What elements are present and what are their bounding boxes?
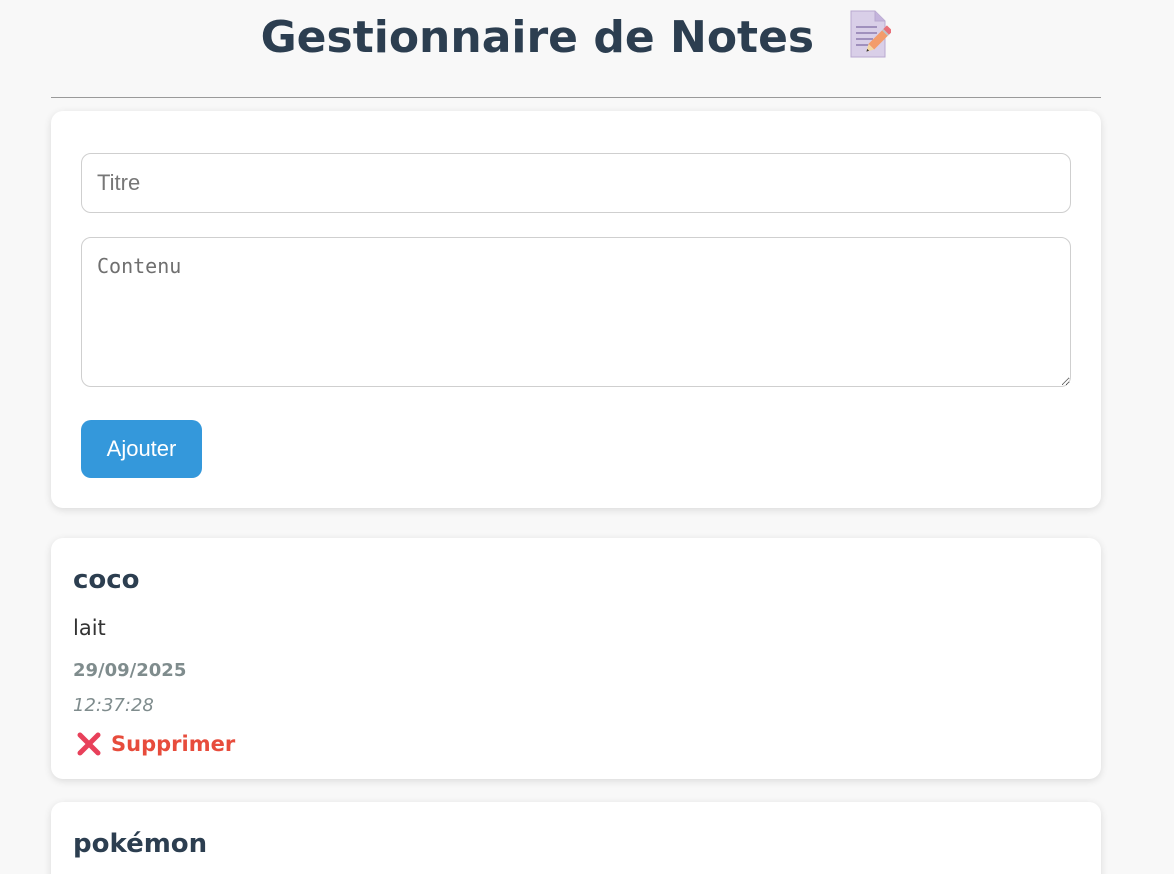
content-textarea[interactable] bbox=[81, 237, 1071, 387]
note-date: 29/09/2025 bbox=[73, 660, 187, 681]
delete-button[interactable]: Supprimer bbox=[73, 728, 237, 760]
cross-mark-icon bbox=[75, 730, 103, 758]
title-input[interactable] bbox=[81, 153, 1071, 213]
page-title: Gestionnaire de Notes bbox=[51, 10, 1101, 66]
delete-label: Supprimer bbox=[111, 732, 236, 756]
note-card: coco lait 29/09/2025 12:37:28 Supprimer bbox=[51, 538, 1101, 779]
note-content: lait bbox=[73, 616, 106, 640]
header: Gestionnaire de Notes bbox=[51, 0, 1101, 98]
page: Gestionnaire de Notes Titre Contenu Ajou… bbox=[0, 0, 1174, 874]
note-form: Ajouter bbox=[51, 111, 1101, 508]
note-title: pokémon bbox=[73, 829, 208, 859]
page-title-text: Gestionnaire de Notes bbox=[260, 12, 815, 63]
note-time: 12:37:28 bbox=[73, 695, 154, 716]
memo-icon bbox=[847, 9, 893, 59]
note-title: coco bbox=[73, 565, 140, 595]
note-card: pokémon bbox=[51, 802, 1101, 874]
add-button[interactable]: Ajouter bbox=[81, 420, 202, 478]
